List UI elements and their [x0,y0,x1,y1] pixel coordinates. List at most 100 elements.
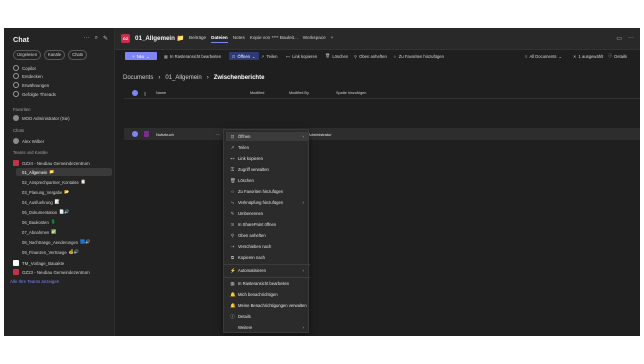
details-button[interactable]: ⓘ Details [608,52,627,60]
select-all-checkbox[interactable] [132,90,138,96]
channel-item[interactable]: 05_Dokumentation 📄🔊 [22,208,70,216]
chats-header[interactable]: Chats [13,128,24,133]
team-item[interactable]: GZ24 - Neubau Gemeindezentrum [13,159,90,167]
column-name[interactable]: Name [156,91,166,95]
menu-item-copy[interactable]: ⧉ Kopieren nach [226,253,308,262]
menu-item-shortcut[interactable]: ⤷ Verknüpfung hinzufügen › [226,198,308,207]
sidebar-item-threads[interactable]: Gefolgte Threads [13,90,56,98]
new-button[interactable]: + Neu ⌄ [125,52,157,60]
share-icon: ↗ [230,144,235,150]
channel-header: GZ 01_Allgemein 📁 Beiträge Dateien Notes… [115,28,640,50]
key-icon: ⚿ [230,167,235,172]
grid-icon: ▦ [164,53,168,59]
channel-item[interactable]: 03_Planung_Vergabe 📂 [22,188,70,196]
add-tab-button[interactable]: + [331,35,334,43]
file-modified-by: Administrator [308,132,332,137]
menu-item-share[interactable]: ↗ Teilen [226,143,308,152]
tab-files[interactable]: Dateien [211,35,228,43]
menu-item-pin[interactable]: ⚲ Oben anheften [226,231,308,240]
open-icon: ⊡ [232,53,236,59]
filter-channels[interactable]: Kanäle [44,50,66,60]
row-checkbox[interactable] [132,131,138,137]
tab-notes[interactable]: Notes [233,35,245,43]
channel-item[interactable]: 02_Ansprechpartner_Kontakte 📋 [22,178,86,186]
share-button[interactable]: ↗ Teilen [261,52,277,60]
grid-edit-button[interactable]: ▦ In Rasteransicht bearbeiten [164,52,221,60]
plus-icon: + [132,53,135,59]
more-icon[interactable]: ··· [628,35,634,42]
table-row[interactable]: Notizbuch ··· Administrator [124,128,640,140]
breadcrumb: Documents › 01_Allgemein › Zwischenberic… [123,75,264,81]
sidebar-item-mentions[interactable]: Erwähnungen [13,81,49,89]
search-icon[interactable]: ⌕ [95,35,98,42]
new-chat-icon[interactable]: ✎ [103,35,108,42]
video-icon[interactable]: ▭ [616,35,622,42]
open-button[interactable]: ⊡ Öffnen ⌄ [229,52,259,60]
chevron-down-icon: ⌄ [146,53,150,59]
channel-item[interactable]: 01_Allgemein 📁 [16,168,112,176]
delete-button[interactable]: 🗑 Löschen [325,52,348,60]
breadcrumb-separator: › [158,75,161,81]
sidebar-item-copilot[interactable]: Copilot [13,64,36,72]
team-item[interactable]: TM_Vorlage_Bauakte [13,259,64,267]
menu-item-manage-alerts[interactable]: 🔔 Meine Benachrichtigungen verwalten [226,301,308,310]
sidebar-item-discover[interactable]: Entdecken [13,72,43,80]
menu-item-manage-access[interactable]: ⚿ Zugriff verwalten [226,165,308,174]
tab-workspace[interactable]: Workspace [303,35,326,43]
info-icon: ⓘ [230,313,235,319]
favorites-header[interactable]: Favoriten [13,107,30,112]
list-header: ▯ Name Modified Modified By Spalte hinzu… [124,87,640,99]
menu-item-open-sharepoint[interactable]: S In SharePoint öffnen [226,220,308,229]
link-icon: ⊷ [286,53,291,59]
channel-item[interactable]: 06_Baukosten 💲 [22,218,56,226]
menu-item-details[interactable]: ⓘ Details [226,312,308,321]
menu-item-copy-link[interactable]: ⊷ Link kopieren [226,154,308,163]
context-menu: ⊡ Öffnen › ↗ Teilen ⊷ Link kopieren ⚿ Zugriff… [223,129,310,333]
star-icon: ☆ [230,188,235,194]
copy-link-button[interactable]: ⊷ Link kopieren [286,52,317,60]
info-icon: ⓘ [608,53,613,58]
menu-item-favorite[interactable]: ☆ Zu Favoriten hinzufügen [226,187,308,196]
channel-item[interactable]: 07_Abnahmen ✅ [22,228,56,236]
shortcut-icon: ⤷ [231,200,234,205]
menu-item-more[interactable]: Weitere › [226,323,308,332]
row-more-icon[interactable]: ··· [216,132,220,137]
menu-item-move[interactable]: ⇢ Verschieben nach [226,242,308,251]
more-icon[interactable]: ··· [84,35,90,42]
breadcrumb-folder[interactable]: 01_Allgemein [165,75,201,81]
pin-button[interactable]: ⚲ Oben anheften [354,52,387,60]
column-modified-by[interactable]: Modified By [289,91,309,95]
menu-item-open[interactable]: ⊡ Öffnen › [226,132,308,141]
menu-item-automate[interactable]: ⚡ Automatisieren › [226,266,308,275]
channel-item[interactable]: 04_Ausfuehrung 📝 [22,198,60,206]
column-modified[interactable]: Modified [250,91,264,95]
menu-item-grid-edit[interactable]: ▦ In Rasteransicht bearbeiten [226,279,308,288]
header-actions: ▭ ··· [616,35,634,42]
menu-item-rename[interactable]: ✎ Umbenennen [226,209,308,218]
add-favorite-button[interactable]: ☆ Zu Favoriten hinzufügen [393,52,444,60]
all-teams-link[interactable]: Alle Ihre Teams anzeigen [10,279,59,284]
menu-item-alert[interactable]: 🔔 Mich benachrichtigen [226,290,308,299]
favorite-chat[interactable]: MOD Administrator (Sie) [13,114,70,122]
tab-posts[interactable]: Beiträge [189,35,206,43]
menu-item-delete[interactable]: 🗑 Löschen [226,176,308,185]
tab-copy[interactable]: Kopie von **** Bauleit... [250,35,298,43]
view-selector[interactable]: ≡ All Documents ⌄ [525,52,562,60]
menu-divider [224,264,310,265]
teams-header[interactable]: Teams und Kanäle [13,150,48,155]
team-icon [13,260,19,266]
teams-window: Chat ··· ⌕ ✎ Ungelesen Kanäle Chats Copi… [4,28,640,336]
filter-chats[interactable]: Chats [68,50,88,60]
team-item[interactable]: GZ23 - Neubau Gemeindezentrum [13,268,90,276]
sidebar-tools: ··· ⌕ ✎ [84,35,108,42]
channel-item[interactable]: 09_Finanzen_Vertraege 💰🔊 [22,248,79,256]
filter-unread[interactable]: Ungelesen [13,50,42,60]
chevron-down-icon: ⌄ [558,53,562,59]
column-add[interactable]: Spalte hinzufügen [336,91,366,95]
selection-count[interactable]: ✕ 1 ausgewählt [573,52,603,60]
chat-sidebar: Chat ··· ⌕ ✎ Ungelesen Kanäle Chats Copi… [4,28,115,336]
chat-item[interactable]: Alex Wilber [13,137,44,145]
breadcrumb-root[interactable]: Documents [123,75,153,81]
file-name[interactable]: Notizbuch [156,132,174,137]
channel-item[interactable]: 08_Nachtraege_Aenderungen 🟦🔊 [22,238,91,246]
